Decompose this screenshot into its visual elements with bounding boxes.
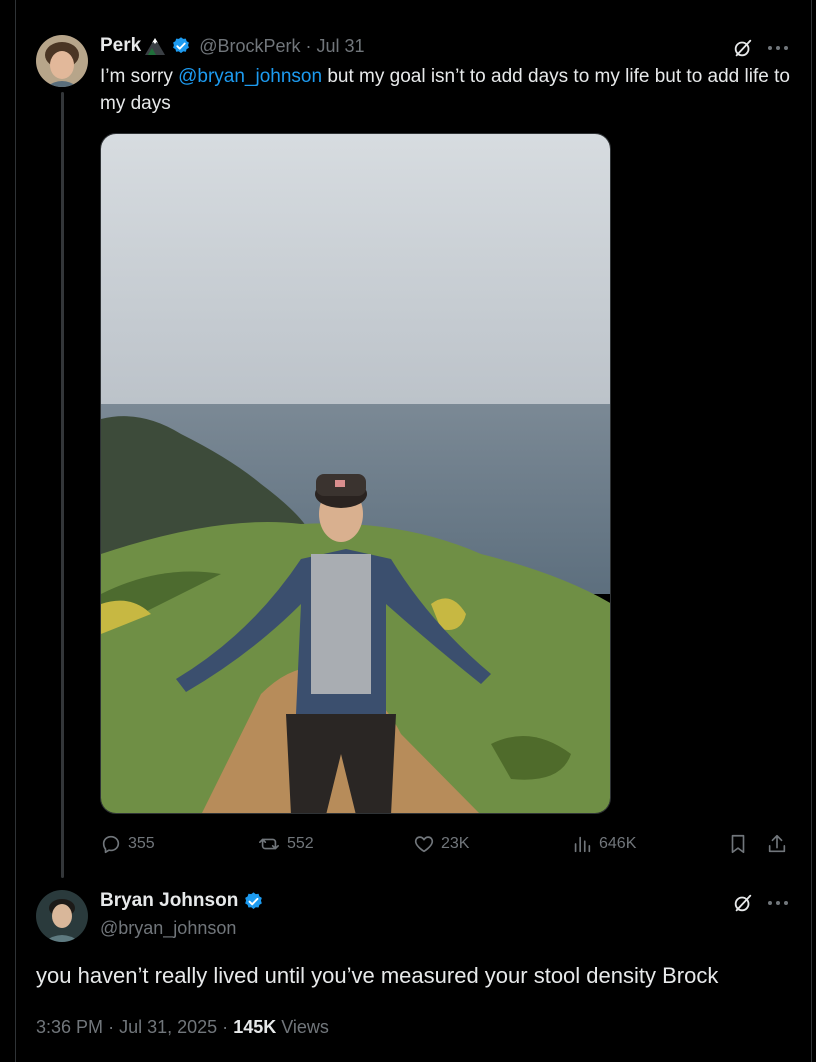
grok-icon[interactable] bbox=[730, 35, 756, 61]
share-icon bbox=[768, 834, 786, 853]
reply-time[interactable]: 3:36 PM bbox=[36, 1017, 103, 1037]
reply-button[interactable]: 355 bbox=[100, 833, 155, 855]
repost-button[interactable]: 552 bbox=[257, 833, 314, 855]
reply-date[interactable]: Jul 31, 2025 bbox=[119, 1017, 217, 1037]
author-name[interactable]: Perk bbox=[100, 35, 141, 57]
like-count: 23K bbox=[441, 835, 470, 852]
tweet-text-start: I’m sorry bbox=[100, 66, 179, 87]
avatar-bryan[interactable] bbox=[36, 890, 88, 942]
author-handle[interactable]: @BrockPerk bbox=[199, 36, 300, 57]
tweet-header: Perk @BrockPerk · Jul 31 bbox=[100, 35, 365, 57]
mention-link[interactable]: @bryan_johnson bbox=[178, 66, 322, 87]
more-options-icon[interactable] bbox=[765, 890, 791, 916]
separator: · bbox=[222, 1017, 229, 1037]
verified-badge-icon bbox=[243, 891, 264, 912]
reply-count: 355 bbox=[128, 835, 155, 852]
reply-views-count: 145K bbox=[233, 1017, 277, 1037]
verified-badge-icon bbox=[171, 36, 191, 56]
tweet-text: I’m sorry @bryan_johnson but my goal isn… bbox=[100, 63, 800, 117]
reply-author-handle[interactable]: @bryan_johnson bbox=[100, 918, 236, 939]
reply-icon bbox=[102, 835, 120, 854]
heart-icon bbox=[414, 836, 434, 853]
like-button[interactable]: 23K bbox=[413, 833, 469, 855]
repost-count: 552 bbox=[287, 835, 314, 852]
thread-line bbox=[61, 92, 64, 878]
reply-header: Bryan Johnson bbox=[100, 890, 264, 912]
separator: · bbox=[108, 1017, 115, 1037]
bookmark-icon bbox=[731, 834, 745, 854]
repost-icon bbox=[259, 838, 279, 850]
reply-views-label: Views bbox=[281, 1017, 329, 1037]
grok-icon[interactable] bbox=[730, 890, 756, 916]
views-button[interactable]: 646K bbox=[571, 833, 636, 855]
left-border bbox=[15, 0, 16, 1062]
tweet-date[interactable]: Jul 31 bbox=[317, 36, 365, 57]
bookmark-button[interactable] bbox=[727, 833, 755, 855]
tweet-photo[interactable] bbox=[100, 133, 611, 814]
right-border bbox=[811, 0, 812, 1062]
analytics-icon bbox=[574, 836, 591, 853]
reply-text: you haven’t really lived until you’ve me… bbox=[36, 963, 719, 988]
view-count: 646K bbox=[599, 835, 637, 852]
reply-author-name[interactable]: Bryan Johnson bbox=[100, 890, 238, 912]
separator: · bbox=[305, 35, 312, 56]
more-options-icon[interactable] bbox=[765, 35, 791, 61]
action-bar: 355 552 23K 646K bbox=[100, 833, 790, 857]
mountain-icon bbox=[144, 36, 166, 56]
reply-meta: 3:36 PM · Jul 31, 2025 · 145K Views bbox=[36, 1017, 329, 1038]
share-button[interactable] bbox=[766, 833, 794, 855]
avatar-perk[interactable] bbox=[36, 35, 88, 87]
